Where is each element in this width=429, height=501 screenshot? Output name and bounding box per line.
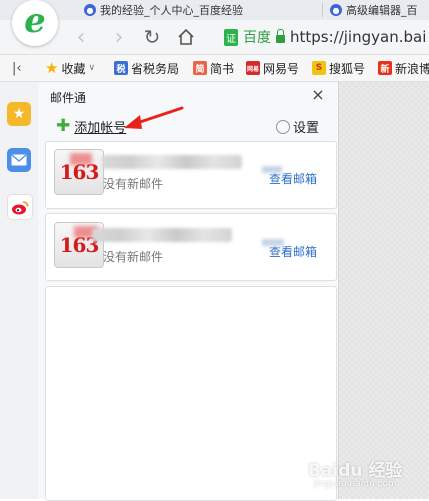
baidu-watermark: Baidu 经验 jingyan.baidu.com xyxy=(308,456,402,489)
tab-advanced-editor[interactable]: ● 高级编辑器_百 xyxy=(330,0,429,20)
redacted-account-name xyxy=(92,228,232,242)
bookmark-sina[interactable]: 新 新浪博 xyxy=(378,57,429,79)
bookmark-label: 省税务局 xyxy=(131,61,180,76)
baidu-paw-icon: ● xyxy=(84,4,96,16)
add-account-label: 添加帐号 xyxy=(74,121,127,136)
address-bar[interactable]: 证 百度 https://jingyan.bai xyxy=(224,24,429,50)
tax-bureau-icon: 税 xyxy=(114,61,128,75)
settings-button[interactable]: 设置 xyxy=(276,117,319,136)
reload-icon: ↻ xyxy=(143,25,161,49)
add-account-button[interactable]: ✚ 添加帐号 xyxy=(56,116,127,137)
bookmark-sohu[interactable]: S 搜狐号 xyxy=(312,57,365,79)
mail-status: 没有新邮件 xyxy=(103,177,164,191)
weibo-icon xyxy=(12,200,29,214)
plus-icon: ✚ xyxy=(56,116,71,136)
browser-logo: e xyxy=(12,0,58,46)
bookmark-label: 简书 xyxy=(210,61,235,76)
star-icon: ★ xyxy=(45,59,59,77)
redacted-region xyxy=(70,153,92,165)
favorites-dock-button[interactable]: ★ xyxy=(7,102,31,126)
redacted-region xyxy=(262,166,282,173)
home-icon xyxy=(178,28,194,45)
page-content-area xyxy=(339,82,429,499)
side-dock xyxy=(0,82,39,499)
watermark-main: Baidu 经验 xyxy=(308,461,403,481)
certificate-badge: 证 xyxy=(224,28,238,46)
back-button[interactable]: ‹ xyxy=(68,24,94,50)
close-icon: × xyxy=(311,85,325,104)
lock-icon xyxy=(276,28,285,43)
collapse-sidebar-icon: |‹ xyxy=(12,60,22,76)
sina-icon: 新 xyxy=(378,61,392,75)
watermark-sub: jingyan.baidu.com xyxy=(313,479,397,489)
bookmark-favorites[interactable]: ★ 收藏 ∨ xyxy=(45,57,95,79)
site-label: 百度 xyxy=(243,30,271,46)
star-icon: ★ xyxy=(12,106,26,122)
tab-title: 高级编辑器_百 xyxy=(346,4,418,17)
bookmark-label: 新浪博 xyxy=(395,61,429,76)
panel-title: 邮件通 xyxy=(50,91,87,105)
mail-dock-button[interactable] xyxy=(7,148,31,172)
tab-my-experience[interactable]: ● 我的经验_个人中心_百度经验 xyxy=(84,0,314,20)
reload-button[interactable]: ↻ xyxy=(139,24,165,50)
jianshu-icon: 简 xyxy=(193,61,207,75)
sidebar-toggle-button[interactable]: |‹ xyxy=(12,57,22,79)
mail-icon xyxy=(11,154,27,166)
bookmark-label: 收藏 xyxy=(61,61,86,76)
chevron-down-icon: ∨ xyxy=(88,63,96,73)
tab-divider xyxy=(322,3,323,17)
sohu-icon: S xyxy=(312,61,326,75)
gear-icon xyxy=(276,119,290,134)
chevron-right-icon: › xyxy=(114,24,124,50)
bookmark-label: 网易号 xyxy=(263,61,300,76)
bookmark-tax-bureau[interactable]: 税 省税务局 xyxy=(114,57,179,79)
redacted-account-name xyxy=(102,155,242,169)
mail-status: 没有新邮件 xyxy=(103,250,164,264)
close-panel-button[interactable]: × xyxy=(309,86,327,104)
netease-icon: 网易 xyxy=(246,61,260,75)
redacted-region xyxy=(262,239,284,246)
chevron-left-icon: ‹ xyxy=(76,24,86,50)
tab-title: 我的经验_个人中心_百度经验 xyxy=(100,4,243,17)
browser-e-logo-icon: e xyxy=(24,1,46,41)
home-button[interactable] xyxy=(173,24,199,50)
settings-label: 设置 xyxy=(293,121,320,136)
annotation-arrow-icon xyxy=(124,106,184,129)
baidu-paw-icon: ● xyxy=(330,4,342,16)
bookmark-netease[interactable]: 网易 网易号 xyxy=(246,57,299,79)
bookmark-label: 搜狐号 xyxy=(329,61,366,76)
empty-account-slot xyxy=(45,286,337,501)
weibo-dock-button[interactable] xyxy=(7,194,33,220)
forward-button[interactable]: › xyxy=(106,24,132,50)
bookmark-jianshu[interactable]: 简 简书 xyxy=(193,57,234,79)
url-text: https://jingyan.bai xyxy=(290,28,427,46)
